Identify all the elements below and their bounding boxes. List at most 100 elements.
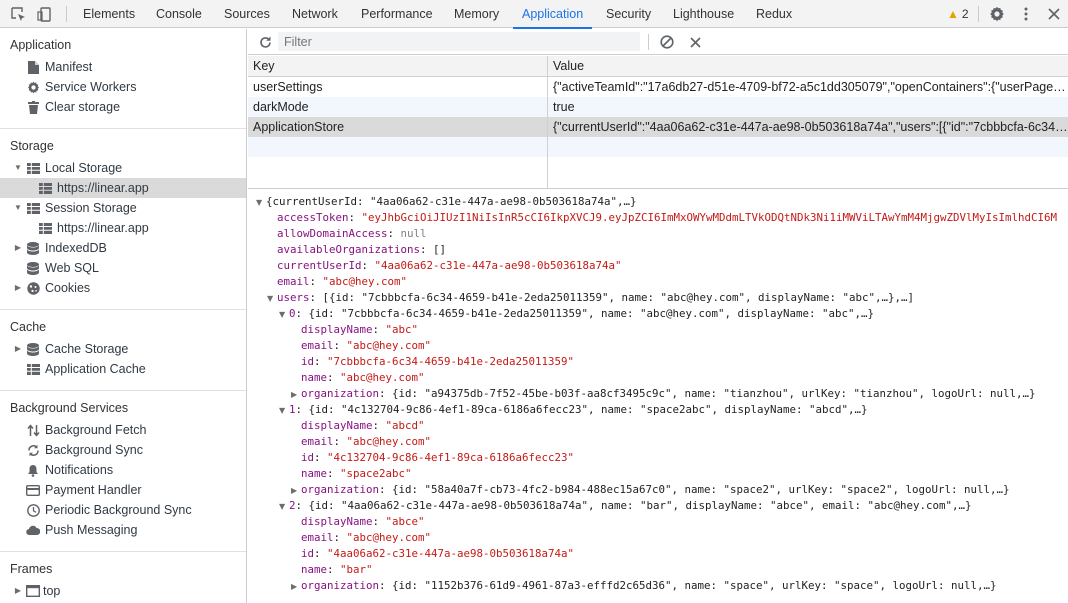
sync-icon: [26, 443, 40, 457]
sidebar-item-background-fetch[interactable]: Background Fetch: [0, 420, 246, 440]
cloud-icon: [26, 523, 40, 537]
warning-count: 2: [961, 7, 969, 21]
tree-node-organization[interactable]: ▶ organization: {id: "a94375db-7f52-45be-…: [291, 386, 1036, 402]
tab-console[interactable]: Console: [155, 0, 203, 28]
table-row[interactable]: darkMode true: [248, 97, 1068, 117]
tree-root[interactable]: ▼ {currentUserId: "4aa06a62-c31e-447a-ae9…: [256, 194, 637, 210]
sidebar-item-periodic-background-sync[interactable]: Periodic Background Sync: [0, 500, 246, 520]
more-options-icon[interactable]: [1017, 5, 1035, 23]
storage-data-grid: Key Value userSettings {"activeTeamId":"…: [248, 56, 1068, 189]
collapsed-arrow-icon[interactable]: ▶: [13, 278, 23, 298]
sidebar-item-local-storage-origin[interactable]: https://linear.app: [0, 178, 246, 198]
section-divider: [0, 128, 246, 129]
expanded-arrow-icon[interactable]: ▼: [13, 158, 23, 178]
sidebar-item-payment-handler[interactable]: Payment Handler: [0, 480, 246, 500]
sidebar-item-frame-top[interactable]: ▶ top: [0, 581, 246, 601]
sidebar-item-clear-storage[interactable]: Clear storage: [0, 97, 246, 117]
tab-performance[interactable]: Performance: [360, 0, 434, 28]
settings-gear-icon[interactable]: [988, 5, 1006, 23]
frame-icon: [26, 584, 40, 598]
table-row-selected[interactable]: ApplicationStore {"currentUserId":"4aa06…: [248, 117, 1068, 137]
sidebar-item-label: Application Cache: [45, 362, 146, 376]
collapsed-arrow-icon[interactable]: ▶: [291, 483, 301, 499]
section-title-application: Application: [10, 38, 72, 52]
sidebar-item-session-storage-origin[interactable]: https://linear.app: [0, 218, 246, 238]
toolbar-divider: [648, 34, 649, 50]
cookie-icon: [26, 281, 40, 295]
tree-node-users[interactable]: ▼ users: [{id: "7cbbbcfa-6c34-4659-b41e-2…: [267, 290, 914, 306]
tab-application[interactable]: Application: [512, 0, 593, 29]
table-row[interactable]: userSettings {"activeTeamId":"17a6db27-d…: [248, 77, 1068, 97]
sidebar-item-label: Cache Storage: [45, 342, 129, 356]
delete-selected-icon[interactable]: [686, 33, 704, 51]
sidebar-item-label: Cookies: [45, 281, 91, 295]
sidebar-item-indexeddb[interactable]: ▶ IndexedDB: [0, 238, 246, 258]
clear-all-icon[interactable]: [658, 33, 676, 51]
tab-redux[interactable]: Redux: [755, 0, 793, 28]
tree-prop: name: "bar": [301, 563, 373, 576]
sidebar-item-label: top: [43, 584, 61, 598]
collapsed-arrow-icon[interactable]: ▶: [13, 339, 23, 359]
expanded-arrow-icon[interactable]: ▼: [279, 499, 289, 515]
close-icon[interactable]: [1045, 5, 1063, 23]
table-icon: [38, 221, 52, 235]
sidebar-item-session-storage[interactable]: ▼ Session Storage: [0, 198, 246, 218]
sidebar-item-label: Background Fetch: [45, 423, 147, 437]
expanded-arrow-icon[interactable]: ▼: [267, 291, 277, 307]
collapsed-arrow-icon[interactable]: ▶: [291, 387, 301, 403]
sidebar-item-background-sync[interactable]: Background Sync: [0, 440, 246, 460]
storage-main-panel: Key Value userSettings {"activeTeamId":"…: [248, 29, 1068, 603]
collapsed-arrow-icon[interactable]: ▶: [291, 579, 301, 595]
tab-memory[interactable]: Memory: [453, 0, 500, 28]
tab-security[interactable]: Security: [605, 0, 652, 28]
sidebar-item-manifest[interactable]: Manifest: [0, 57, 246, 77]
application-sidebar: Application Manifest Service Workers Cle…: [0, 29, 247, 603]
filter-input[interactable]: [278, 32, 640, 51]
sidebar-item-application-cache[interactable]: Application Cache: [0, 359, 246, 379]
table-icon: [26, 201, 40, 215]
sidebar-item-cache-storage[interactable]: ▶ Cache Storage: [0, 339, 246, 359]
collapsed-arrow-icon[interactable]: ▶: [13, 581, 23, 601]
cell-key: ApplicationStore: [253, 120, 345, 134]
expanded-arrow-icon[interactable]: ▼: [13, 198, 23, 218]
sidebar-item-push-messaging[interactable]: Push Messaging: [0, 520, 246, 540]
expanded-arrow-icon[interactable]: ▼: [279, 307, 289, 323]
tree-prop: email: "abc@hey.com": [301, 435, 432, 448]
credit-card-icon: [26, 483, 40, 497]
tree-node-user-0[interactable]: ▼ 0: {id: "7cbbbcfa-6c34-4659-b41e-2eda25…: [279, 306, 874, 322]
tree-node-user-1[interactable]: ▼ 1: {id: "4c132704-9c86-4ef1-89ca-6186a6…: [279, 402, 868, 418]
sidebar-item-label: Manifest: [45, 60, 93, 74]
warning-icon: ▲: [947, 7, 959, 21]
sidebar-item-label: Local Storage: [45, 161, 123, 175]
refresh-icon[interactable]: [256, 33, 274, 51]
column-header-value[interactable]: Value: [548, 56, 1068, 77]
sidebar-item-cookies[interactable]: ▶ Cookies: [0, 278, 246, 298]
value-preview-tree: ▼ {currentUserId: "4aa06a62-c31e-447a-ae9…: [248, 190, 1068, 603]
column-divider: [547, 56, 548, 189]
tree-prop: currentUserId: "4aa06a62-c31e-447a-ae98-…: [277, 259, 622, 272]
sidebar-item-notifications[interactable]: Notifications: [0, 460, 246, 480]
collapsed-arrow-icon[interactable]: ▶: [13, 238, 23, 258]
expanded-arrow-icon[interactable]: ▼: [279, 403, 289, 419]
tree-node-user-2[interactable]: ▼ 2: {id: "4aa06a62-c31e-447a-ae98-0b5036…: [279, 498, 972, 514]
section-title-frames: Frames: [10, 562, 53, 576]
cell-value: {"activeTeamId":"17a6db27-d51e-4709-bf72…: [553, 80, 1068, 94]
expanded-arrow-icon[interactable]: ▼: [256, 195, 266, 211]
tree-node-organization[interactable]: ▶ organization: {id: "58a40a7f-cb73-4fc2-…: [291, 482, 1010, 498]
column-header-key[interactable]: Key: [248, 56, 548, 77]
device-toolbar-icon[interactable]: [35, 5, 53, 23]
tree-node-organization[interactable]: ▶ organization: {id: "1152b376-61d9-4961-…: [291, 578, 997, 594]
sidebar-item-service-workers[interactable]: Service Workers: [0, 77, 246, 97]
sidebar-item-local-storage[interactable]: ▼ Local Storage: [0, 158, 246, 178]
tab-lighthouse[interactable]: Lighthouse: [672, 0, 735, 28]
tree-prop: displayName: "abcd": [301, 419, 425, 432]
tab-elements[interactable]: Elements: [82, 0, 136, 28]
tab-sources[interactable]: Sources: [223, 0, 271, 28]
warnings-counter[interactable]: ▲ 2: [947, 0, 969, 28]
sidebar-item-websql[interactable]: Web SQL: [0, 258, 246, 278]
inspect-element-icon[interactable]: [9, 5, 27, 23]
tab-network[interactable]: Network: [291, 0, 339, 28]
database-icon: [26, 241, 40, 255]
tree-prop: email: "abc@hey.com": [301, 531, 432, 544]
cell-key: darkMode: [253, 100, 309, 114]
